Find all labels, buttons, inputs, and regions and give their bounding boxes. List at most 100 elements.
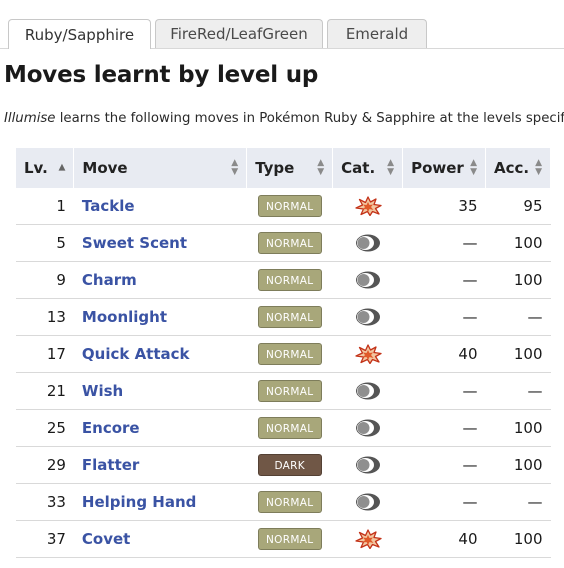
table-row: 5 Sweet Scent NORMAL —100	[16, 224, 551, 262]
category-cell	[332, 483, 403, 521]
category-cell	[332, 335, 403, 373]
level-cell: 21	[16, 372, 74, 410]
type-badge[interactable]: NORMAL	[257, 528, 322, 550]
move-link[interactable]: Wish	[82, 382, 123, 400]
power-cell: —	[402, 298, 486, 336]
move-link[interactable]: Covet	[82, 530, 130, 548]
tab-emerald[interactable]: Emerald	[327, 19, 427, 48]
power-cell: 35	[402, 188, 486, 225]
category-cell	[332, 372, 403, 410]
type-cell: NORMAL	[246, 520, 333, 558]
accuracy-cell: 100	[485, 520, 551, 558]
sort-icon: ▲ ▼	[317, 158, 325, 177]
table-row: 25 Encore NORMAL —100	[16, 409, 551, 447]
move-link[interactable]: Charm	[82, 271, 137, 289]
level-cell: 9	[16, 261, 74, 299]
power-cell: —	[402, 446, 486, 484]
move-link[interactable]: Quick Attack	[82, 345, 190, 363]
move-cell: Flatter	[73, 446, 247, 484]
status-icon	[354, 233, 382, 253]
accuracy-cell: 100	[485, 224, 551, 262]
accuracy-cell: 100	[485, 446, 551, 484]
move-link[interactable]: Sweet Scent	[82, 234, 187, 252]
move-link[interactable]: Helping Hand	[82, 493, 196, 511]
move-cell: Helping Hand	[73, 483, 247, 521]
table-row: 9 Charm NORMAL —100	[16, 261, 551, 299]
level-cell: 1	[16, 188, 74, 225]
physical-icon	[354, 344, 382, 364]
move-cell: Tackle	[73, 188, 247, 225]
category-cell	[332, 261, 403, 299]
move-link[interactable]: Tackle	[82, 197, 135, 215]
table-row: 37 Covet NORMAL 40 100	[16, 520, 551, 558]
type-cell: NORMAL	[246, 298, 333, 336]
tab-firered-leafgreen[interactable]: FireRed/LeafGreen	[155, 19, 323, 48]
move-cell: Sweet Scent	[73, 224, 247, 262]
level-cell: 13	[16, 298, 74, 336]
move-cell: Charm	[73, 261, 247, 299]
type-cell: NORMAL	[246, 335, 333, 373]
pokemon-name: Illumise	[4, 111, 56, 126]
accuracy-cell: 100	[485, 261, 551, 299]
category-cell	[332, 224, 403, 262]
power-cell: —	[402, 224, 486, 262]
move-link[interactable]: Flatter	[82, 456, 139, 474]
power-cell: 40	[402, 520, 486, 558]
table-row: 13 Moonlight NORMAL — —	[16, 298, 551, 336]
type-badge[interactable]: NORMAL	[257, 491, 322, 513]
status-icon	[354, 381, 382, 401]
type-cell: NORMAL	[246, 224, 333, 262]
accuracy-cell: 100	[485, 335, 551, 373]
tab-ruby-sapphire[interactable]: Ruby/Sapphire	[8, 19, 151, 49]
type-badge[interactable]: NORMAL	[257, 269, 322, 291]
col-header-level[interactable]: Lv. ▲	[16, 148, 75, 188]
col-header-type[interactable]: Type ▲ ▼	[246, 148, 334, 188]
type-cell: NORMAL	[246, 409, 333, 447]
move-cell: Covet	[73, 520, 247, 558]
status-icon	[354, 455, 382, 475]
type-cell: NORMAL	[246, 188, 333, 225]
move-link[interactable]: Encore	[82, 419, 140, 437]
sort-icon: ▲ ▼	[231, 158, 239, 177]
type-badge[interactable]: NORMAL	[257, 343, 322, 365]
power-cell: —	[402, 483, 486, 521]
table-row: 29 Flatter DARK —100	[16, 446, 551, 484]
power-cell: 40	[402, 335, 486, 373]
status-icon	[354, 307, 382, 327]
move-link[interactable]: Moonlight	[82, 308, 167, 326]
sort-asc-icon: ▲	[58, 162, 66, 173]
type-badge[interactable]: NORMAL	[257, 417, 322, 439]
accuracy-cell: 95	[485, 188, 551, 225]
page-title: Moves learnt by level up	[4, 62, 319, 88]
col-header-category[interactable]: Cat. ▲ ▼	[332, 148, 404, 188]
category-cell	[332, 409, 403, 447]
type-badge[interactable]: NORMAL	[257, 380, 322, 402]
type-cell: NORMAL	[246, 261, 333, 299]
type-badge[interactable]: NORMAL	[257, 232, 322, 254]
physical-icon	[354, 196, 382, 216]
col-header-power[interactable]: Power ▲ ▼	[402, 148, 487, 188]
physical-icon	[354, 529, 382, 549]
type-cell: NORMAL	[246, 483, 333, 521]
category-cell	[332, 188, 403, 225]
move-cell: Quick Attack	[73, 335, 247, 373]
move-cell: Moonlight	[73, 298, 247, 336]
col-header-accuracy[interactable]: Acc. ▲ ▼	[485, 148, 551, 188]
table-row: 1 Tackle NORMAL 35 95	[16, 188, 551, 225]
sort-icon: ▲ ▼	[470, 158, 478, 177]
type-badge[interactable]: DARK	[257, 454, 322, 476]
power-cell: —	[402, 372, 486, 410]
sort-icon: ▲ ▼	[387, 158, 395, 177]
sort-icon: ▲ ▼	[535, 158, 542, 177]
col-header-move[interactable]: Move ▲ ▼	[73, 148, 248, 188]
level-cell: 33	[16, 483, 74, 521]
power-cell: —	[402, 261, 486, 299]
type-badge[interactable]: NORMAL	[257, 195, 322, 217]
category-cell	[332, 520, 403, 558]
level-cell: 29	[16, 446, 74, 484]
table-row: 17 Quick Attack NORMAL 40 100	[16, 335, 551, 373]
version-tabs: Ruby/Sapphire FireRed/LeafGreen Emerald	[0, 0, 564, 49]
level-cell: 37	[16, 520, 74, 558]
table-row: 21 Wish NORMAL — —	[16, 372, 551, 410]
type-badge[interactable]: NORMAL	[257, 306, 322, 328]
